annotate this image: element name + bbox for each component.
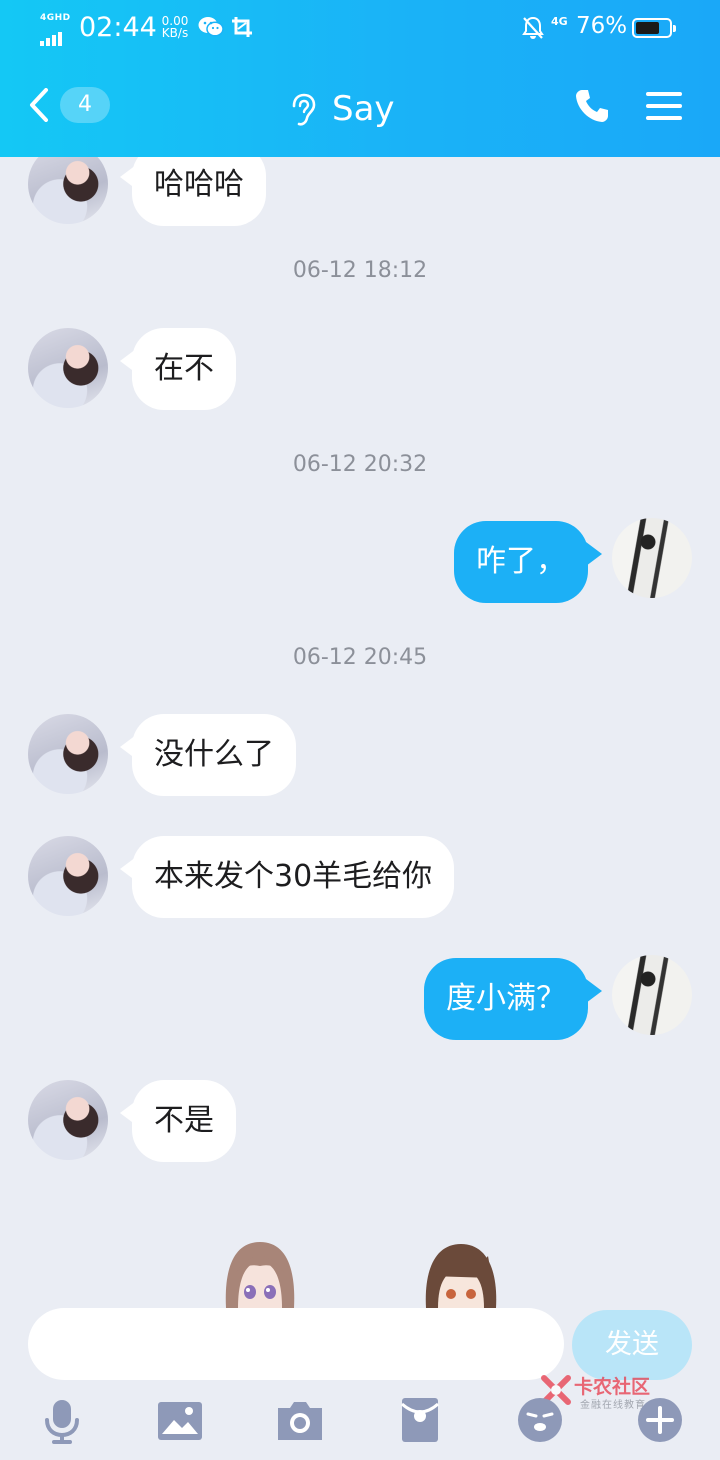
message-timestamp: 06-12 20:32 <box>292 452 428 477</box>
contact-avatar[interactable] <box>28 328 108 408</box>
message-bubble[interactable]: 度小满？ <box>424 958 588 1040</box>
cellular-signal-icon <box>40 27 64 46</box>
wechat-icon <box>198 17 224 37</box>
battery-percentage: 76% <box>576 13 628 39</box>
unread-count-badge: 4 <box>60 87 110 123</box>
status-bar: 4GHD 02:44 0.00 KB/s 4G 76% <box>0 0 720 58</box>
message-timestamp: 06-12 18:12 <box>292 258 428 283</box>
message-input[interactable] <box>28 1308 564 1380</box>
network-indicator: 4GHD <box>40 13 72 46</box>
image-icon[interactable] <box>156 1396 204 1444</box>
plus-icon[interactable] <box>636 1396 684 1444</box>
message-list[interactable]: 哈哈哈 06-12 18:12 在不 06-12 20:32 咋了， 06-12… <box>0 157 720 1300</box>
network-speed: 0.00 KB/s <box>158 15 192 39</box>
contact-avatar[interactable] <box>28 157 108 224</box>
chat-header: 4GHD 02:44 0.00 KB/s 4G 76% 4 Say <box>0 0 720 157</box>
message-incoming: 哈哈哈 <box>0 157 720 229</box>
my-avatar[interactable] <box>612 518 692 598</box>
message-incoming: 不是 <box>0 1075 720 1165</box>
message-outgoing: 咋了， <box>0 516 720 606</box>
contact-avatar[interactable] <box>28 836 108 916</box>
phone-call-button[interactable] <box>574 88 610 124</box>
message-bubble[interactable]: 没什么了 <box>132 714 296 796</box>
girl-character-sticker <box>225 1242 295 1308</box>
ear-icon <box>292 93 316 126</box>
message-incoming: 没什么了 <box>0 709 720 799</box>
battery-icon <box>632 18 676 38</box>
back-button[interactable]: 4 <box>28 84 118 132</box>
message-incoming: 本来发个30羊毛给你 <box>0 831 720 921</box>
chat-title: Say <box>332 89 395 129</box>
contact-avatar[interactable] <box>28 714 108 794</box>
camera-icon[interactable] <box>276 1396 324 1444</box>
red-packet-icon[interactable] <box>396 1396 444 1444</box>
network-speed-unit: KB/s <box>161 26 189 40</box>
message-bubble[interactable]: 咋了， <box>454 521 588 603</box>
send-button[interactable]: 发送 <box>572 1310 692 1380</box>
composer-toolbar <box>0 1390 720 1460</box>
signal-label: 4G <box>551 15 568 28</box>
message-bubble[interactable]: 哈哈哈 <box>132 157 266 226</box>
emoji-icon[interactable] <box>516 1396 564 1444</box>
message-outgoing: 度小满？ <box>0 953 720 1043</box>
mute-bell-icon <box>522 16 544 39</box>
boy-character-sticker <box>425 1244 497 1308</box>
message-bubble[interactable]: 本来发个30羊毛给你 <box>132 836 455 918</box>
status-time: 02:44 <box>79 12 157 43</box>
network-type: 4GHD <box>40 13 71 23</box>
message-timestamp: 06-12 20:45 <box>292 645 428 670</box>
my-avatar[interactable] <box>612 955 692 1035</box>
back-chevron-icon <box>30 88 48 122</box>
message-incoming: 在不 <box>0 323 720 413</box>
screenshot-icon <box>232 17 252 37</box>
contact-avatar[interactable] <box>28 1080 108 1160</box>
message-bubble[interactable]: 在不 <box>132 328 236 410</box>
battery-level <box>636 22 660 34</box>
message-bubble[interactable]: 不是 <box>132 1080 236 1162</box>
menu-button[interactable] <box>646 92 682 120</box>
microphone-icon[interactable] <box>38 1396 86 1444</box>
